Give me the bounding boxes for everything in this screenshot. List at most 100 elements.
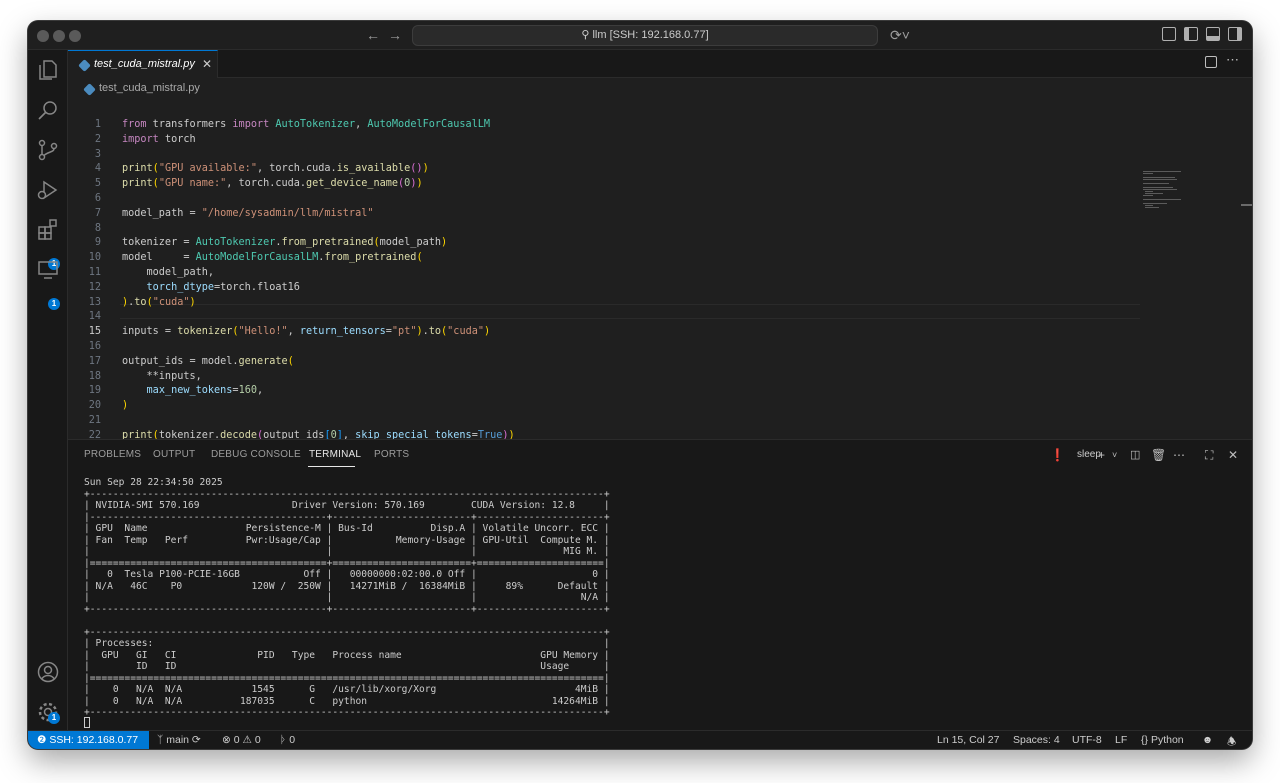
line-number: 11 [88, 267, 101, 278]
code-line[interactable]: 14 [68, 309, 1148, 324]
toggle-secondary-sidebar-icon[interactable] [1228, 27, 1242, 41]
line-number: 21 [88, 415, 101, 426]
forward-arrow-icon[interactable]: → [386, 26, 404, 44]
breadcrumb-file[interactable]: test_cuda_mistral.py [99, 82, 200, 94]
branch-indicator[interactable]: ᛉ main ⟳ [157, 734, 201, 746]
python-file-icon [83, 83, 96, 96]
encoding[interactable]: UTF-8 [1072, 734, 1102, 746]
code-line[interactable]: 18 **inputs, [68, 369, 1148, 384]
language-label: Python [1150, 734, 1184, 746]
split-terminal-icon[interactable]: ◫ [1130, 448, 1140, 461]
zoom-window-button[interactable] [69, 30, 81, 42]
account-icon[interactable] [36, 660, 60, 684]
chevron-down-icon[interactable]: ˅ [1112, 450, 1117, 460]
terminal-cursor [84, 717, 90, 728]
minimize-window-button[interactable] [53, 30, 65, 42]
line-source: inputs = tokenizer("Hello!", return_tens… [122, 326, 491, 338]
toggle-sidebar-icon[interactable] [1184, 27, 1198, 41]
explorer-icon[interactable] [36, 58, 60, 82]
line-source: model_path, [122, 267, 215, 278]
maximize-panel-icon[interactable]: ⛶ [1205, 448, 1213, 463]
active-tab-indicator [308, 466, 355, 467]
error-count: 0 [233, 734, 240, 746]
code-line[interactable]: 9 tokenizer = AutoTokenizer.from_pretrain… [68, 235, 1148, 250]
line-number: 19 [88, 385, 101, 397]
code-line[interactable]: 12 torch_dtype=torch.float16 [68, 280, 1148, 295]
tab-problems[interactable]: PROBLEMS [84, 449, 141, 460]
close-panel-icon[interactable]: ✕ [1228, 448, 1238, 462]
remote-explorer-icon[interactable] [36, 258, 60, 282]
back-arrow-icon[interactable]: ← [364, 26, 382, 44]
code-line[interactable]: 21 [68, 413, 1148, 428]
close-window-button[interactable] [37, 30, 49, 42]
line-source: ).to("cuda") [122, 296, 196, 308]
remote-indicator[interactable]: ❷ SSH: 192.168.0.77 [28, 731, 149, 749]
line-source: max_new_tokens=160, [146, 385, 264, 397]
end-of-line[interactable]: LF [1115, 734, 1127, 746]
code-line[interactable]: 16 [68, 339, 1148, 354]
code-line[interactable]: 19 max_new_tokens=160, [68, 383, 1148, 398]
code-line[interactable]: 4 print("GPU available:", torch.cuda.is_a… [68, 161, 1148, 176]
minimap[interactable] [1143, 171, 1203, 211]
language-mode[interactable]: {} Python [1141, 734, 1184, 746]
line-source: tokenizer = AutoTokenizer.from_pretraine… [122, 237, 448, 249]
command-center[interactable]: ⚲ llm [SSH: 192.168.0.77] [412, 25, 878, 46]
tab-output[interactable]: OUTPUT [153, 449, 195, 460]
code-line[interactable]: 7 model_path = "/home/sysadmin/llm/mistra… [68, 206, 1148, 221]
line-number: 6 [94, 193, 101, 204]
customize-layout-icon[interactable] [1162, 27, 1176, 41]
code-line[interactable]: 6 [68, 191, 1148, 206]
line-number: 15 [88, 326, 101, 338]
line-number: 8 [94, 222, 101, 234]
more-actions-icon[interactable]: ⋯ [1226, 52, 1239, 68]
code-line[interactable]: 13 ).to("cuda") [68, 295, 1148, 310]
line-number: 9 [94, 237, 101, 249]
code-line[interactable]: 20) [68, 398, 1148, 413]
code-line[interactable]: 1 from transformers import AutoTokenizer,… [68, 117, 1148, 132]
split-editor-icon[interactable] [1205, 56, 1217, 68]
code-line[interactable]: 10 model = AutoModelForCausalLM.from_pret… [68, 250, 1148, 265]
code-line[interactable]: 11 model_path, [68, 265, 1148, 280]
code-line[interactable]: 5 print("GPU name:", torch.cuda.get_devic… [68, 176, 1148, 191]
line-source: output_ids = model.generate( [122, 355, 294, 367]
title-bar: ← → ⚲ llm [SSH: 192.168.0.77] ⟳˅ [28, 21, 1252, 50]
line-number: 13 [88, 296, 101, 308]
copilot-icon[interactable]: ⟳˅ [888, 26, 912, 44]
terminal-output[interactable]: Sun Sep 28 22:34:50 2025 +--------------… [84, 477, 610, 719]
close-tab-icon[interactable]: ✕ [202, 57, 212, 71]
line-number: 1 [94, 119, 101, 130]
trash-icon[interactable]: 🗑 [1151, 448, 1166, 462]
code-line[interactable]: 15 inputs = tokenizer("Hello!", return_te… [68, 324, 1148, 339]
tab-terminal[interactable]: TERMINAL [309, 449, 361, 460]
code-line[interactable]: 8 [68, 221, 1148, 236]
line-source: import torch [122, 133, 196, 145]
more-actions-icon[interactable]: ⋯ [1173, 448, 1185, 462]
tab-test-cuda-mistral[interactable]: test_cuda_mistral.py ✕ [68, 50, 218, 78]
line-number: 18 [88, 370, 101, 382]
code-editor[interactable]: 1 from transformers import AutoTokenizer,… [68, 97, 1252, 441]
sync-icon: ⟳ [191, 734, 201, 746]
breadcrumb: test_cuda_mistral.py [68, 79, 1068, 97]
run-debug-icon[interactable] [36, 178, 60, 202]
line-source: ) [122, 400, 129, 412]
cursor-position[interactable]: Ln 15, Col 27 [937, 734, 999, 746]
copilot-status-icon[interactable]: ☻ [1202, 734, 1213, 746]
tab-ports[interactable]: PORTS [374, 449, 409, 460]
ports-count: 0 [289, 734, 296, 746]
bell-icon[interactable]: 🕭 [1227, 734, 1236, 749]
indentation[interactable]: Spaces: 4 [1013, 734, 1060, 746]
toggle-panel-icon[interactable] [1206, 27, 1220, 41]
line-number: 14 [88, 311, 101, 323]
source-control-icon[interactable] [36, 138, 60, 162]
extensions-icon[interactable] [36, 218, 60, 242]
code-line[interactable]: 3 [68, 147, 1148, 162]
code-line[interactable]: 17 output_ids = model.generate( [68, 354, 1148, 369]
code-line[interactable]: 2 import torch [68, 132, 1148, 147]
search-icon: ⚲ [581, 29, 590, 41]
problems-indicator[interactable]: ⊗ 0 ⚠ 0 [222, 734, 261, 746]
tab-debug-console[interactable]: DEBUG CONSOLE [211, 449, 301, 460]
new-terminal-icon[interactable]: + [1098, 448, 1105, 462]
ports-indicator[interactable]: ᚦ 0 [280, 734, 295, 746]
search-icon[interactable] [36, 98, 60, 122]
line-number: 5 [94, 178, 101, 190]
